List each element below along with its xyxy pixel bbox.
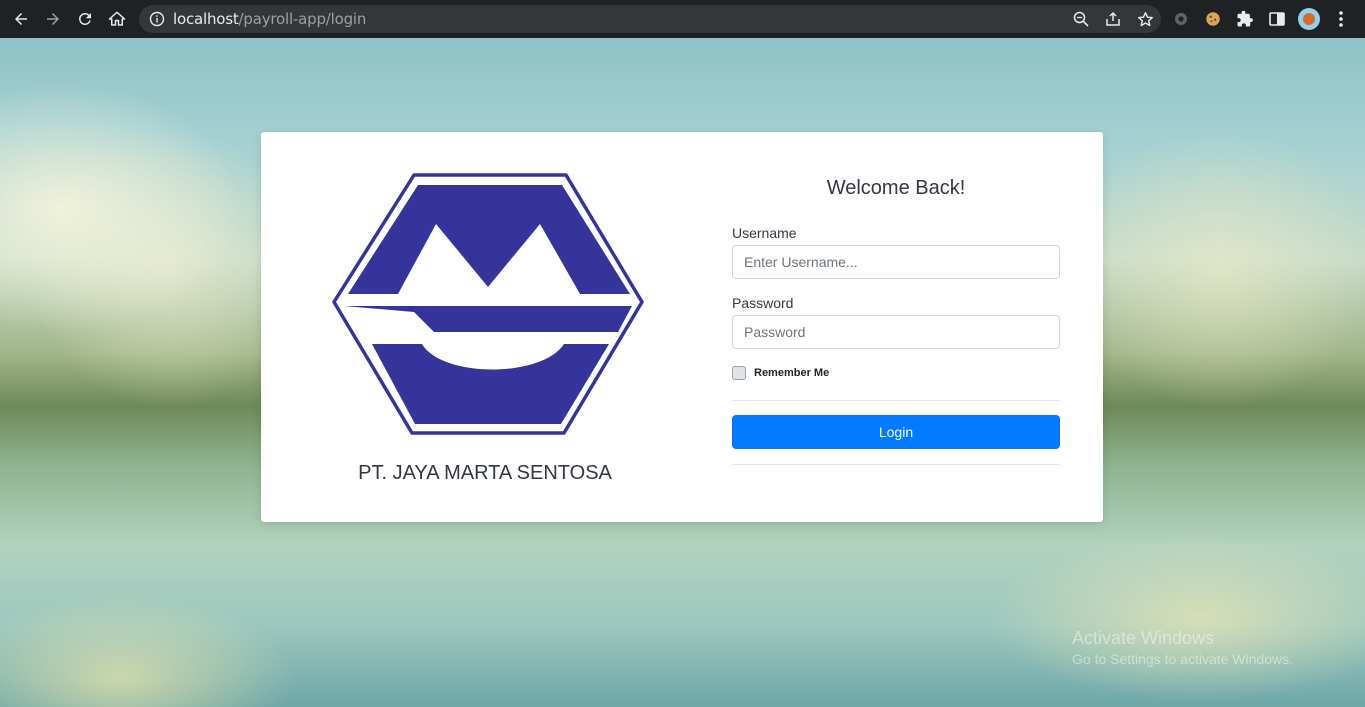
home-icon[interactable] (101, 3, 133, 35)
site-info-icon[interactable] (149, 11, 165, 27)
login-button[interactable]: Login (732, 415, 1060, 449)
company-name: PT. JAYA MARTA SENTOSA (358, 462, 612, 484)
share-icon[interactable] (1103, 9, 1123, 29)
password-label: Password (732, 295, 794, 311)
extension-gear-icon[interactable] (1170, 8, 1192, 30)
cookie-extension-icon[interactable] (1202, 8, 1224, 30)
forward-icon[interactable] (37, 3, 69, 35)
extensions-puzzle-icon[interactable] (1234, 8, 1256, 30)
watermark-line-2: Go to Settings to activate Windows. (1072, 651, 1293, 667)
windows-activation-watermark: Activate Windows Go to Settings to activ… (1072, 628, 1293, 667)
browser-toolbar: localhost/payroll-app/login (0, 0, 1365, 38)
username-input[interactable] (732, 245, 1060, 279)
zoom-icon[interactable] (1071, 9, 1091, 29)
remember-me-row[interactable]: Remember Me (732, 366, 829, 380)
bookmark-star-icon[interactable] (1135, 9, 1155, 29)
browser-menu-icon[interactable] (1330, 8, 1352, 30)
password-input[interactable] (732, 315, 1060, 349)
remember-me-label[interactable]: Remember Me (754, 367, 829, 379)
login-card: PT. JAYA MARTA SENTOSA Welcome Back! Use… (261, 132, 1103, 522)
divider-bottom (732, 464, 1060, 465)
reload-icon[interactable] (69, 3, 101, 35)
remember-me-checkbox[interactable] (732, 366, 746, 380)
username-label: Username (732, 225, 797, 241)
url-host: localhost (173, 10, 239, 28)
side-panel-icon[interactable] (1266, 8, 1288, 30)
divider-top (732, 400, 1060, 401)
url-path: /payroll-app/login (238, 10, 367, 28)
address-bar[interactable]: localhost/payroll-app/login (139, 5, 1161, 33)
form-title: Welcome Back! (826, 177, 966, 199)
company-logo (332, 173, 644, 435)
url-text: localhost/payroll-app/login (173, 10, 366, 28)
profile-avatar-icon[interactable] (1298, 8, 1320, 30)
back-icon[interactable] (5, 3, 37, 35)
watermark-line-1: Activate Windows (1072, 628, 1215, 648)
